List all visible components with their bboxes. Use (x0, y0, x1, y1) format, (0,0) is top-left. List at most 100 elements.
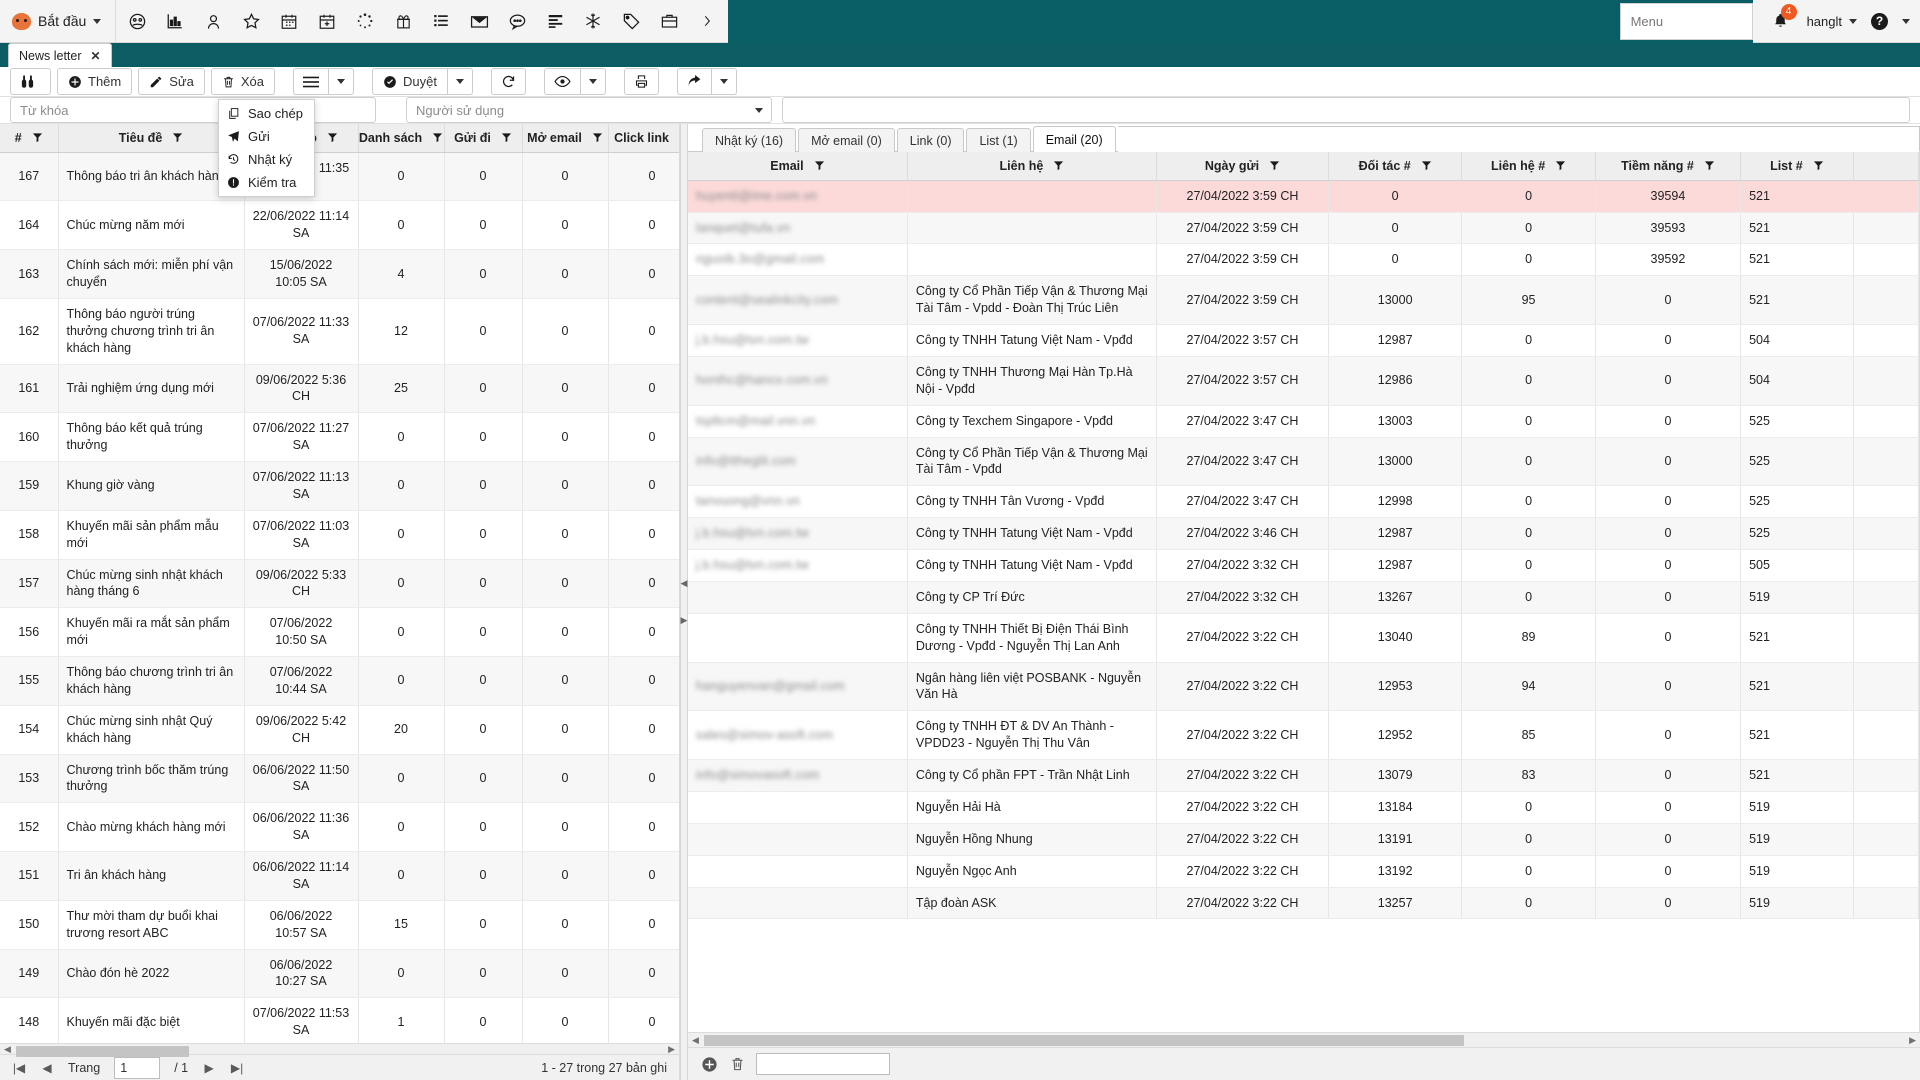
edit-button[interactable]: Sửa (138, 68, 205, 96)
context-menu-item-history[interactable]: Nhật ký (219, 148, 314, 171)
table-row[interactable]: Nguyễn Hải Hà 27/04/2022 3:22 CH 13184 0 0 51… (688, 791, 1919, 824)
help-menu-chevron-down-icon[interactable] (1902, 18, 1910, 24)
splitter-collapse-left-icon[interactable]: ◀ (681, 578, 688, 589)
email-column-header-1[interactable]: Liên hệ (907, 152, 1157, 181)
detail-tab-0[interactable]: Nhật ký (16) (702, 128, 797, 153)
filter-funnel-icon[interactable] (32, 132, 43, 143)
email-column-header-7[interactable] (1853, 152, 1919, 181)
scroll-right-icon[interactable]: ▶ (1909, 1035, 1916, 1046)
filter-funnel-icon[interactable] (592, 132, 603, 143)
email-column-header-6[interactable]: List # (1740, 152, 1854, 181)
email-column-header-4[interactable]: Liên hệ # (1461, 152, 1596, 181)
table-row[interactable]: sales@simov-asoft.com Công ty TNHH ĐT & D… (688, 710, 1919, 761)
delete-button[interactable]: Xóa (210, 68, 275, 96)
table-row[interactable]: 167Thông báo tri ân khách hàng22/06/2022… (0, 152, 679, 202)
loading-spinner-icon[interactable] (346, 0, 384, 43)
detail-tab-3[interactable]: List (1) (966, 128, 1031, 153)
notification-bell-icon[interactable]: 4 (1767, 4, 1797, 34)
preview-chevron-down-icon[interactable] (579, 68, 606, 96)
table-row[interactable]: huyentt@ime.com.vn 27/04/2022 3:59 CH 0 0 39… (688, 180, 1919, 213)
table-row[interactable]: 157 Chúc mừng sinh nhật khách hàng tháng … (0, 559, 679, 609)
first-page-icon[interactable]: |◀ (12, 1061, 26, 1075)
prev-page-icon[interactable]: ◀ (40, 1061, 54, 1075)
keyword-search-input[interactable]: Từ khóa (10, 97, 376, 124)
table-row[interactable]: tanvuong@vnn.vn Công ty TNHH Tân Vương - … (688, 485, 1919, 519)
detail-footer-input[interactable] (756, 1053, 890, 1075)
email-hscroll-thumb[interactable] (704, 1035, 1464, 1046)
user-icon[interactable] (194, 0, 232, 43)
detail-tab-4[interactable]: Email (20) (1032, 126, 1116, 153)
chart-bar-icon[interactable] (156, 0, 194, 43)
table-row[interactable]: 161 Trải nghiệm ứng dụng mới 09/06/2022 5:… (0, 364, 679, 414)
table-row[interactable]: j.b.hsu@tvn.com.tw Công ty TNHH Tatung Vi… (688, 517, 1919, 551)
user-name-label[interactable]: hanglt (1807, 14, 1842, 29)
table-row[interactable]: content@sealinkcity.com Công ty Cổ Phần T… (688, 275, 1919, 326)
envelope-icon[interactable] (460, 0, 498, 43)
table-row[interactable]: 155 Thông báo chương trình tri ân khách h… (0, 656, 679, 706)
table-row[interactable]: j.b.hsu@tvn.com.tw Công ty TNHH Tatung Vi… (688, 549, 1919, 582)
print-button[interactable] (623, 68, 659, 96)
filter-funnel-icon[interactable] (1555, 160, 1566, 171)
scroll-left-icon[interactable]: ◀ (692, 1035, 699, 1046)
table-row[interactable]: 151 Tri ân khách hàng 06/06/2022 11:14 SA 0… (0, 851, 679, 901)
more-icon[interactable] (688, 0, 726, 43)
table-row[interactable]: Công ty TNHH Thiết Bị Điện Thái Bình Dươ… (688, 613, 1919, 663)
newsletter-column-header-5[interactable]: Mở email (522, 124, 609, 153)
table-row[interactable]: Nguyễn Ngọc Anh 27/04/2022 3:22 CH 13192 0 0… (688, 855, 1919, 888)
preview-button[interactable] (543, 68, 580, 96)
filter-funnel-icon[interactable] (1704, 160, 1715, 171)
briefcase-icon[interactable] (650, 0, 688, 43)
share-chevron-down-icon[interactable] (710, 68, 737, 96)
table-row[interactable]: 150 Thư mời tham dự buổi khai trương reso… (0, 900, 679, 950)
hamburger-menu-chevron-down-icon[interactable] (327, 68, 354, 96)
table-row[interactable]: info@simovasoft.com Công ty Cổ phần FPT -… (688, 759, 1919, 792)
newsletter-column-header-4[interactable]: Gửi đi (444, 124, 523, 153)
table-row[interactable]: 153 Chương trình bốc thăm trúng thưởng 06/… (0, 754, 679, 804)
table-row[interactable]: 154 Chúc mừng sinh nhật Quý khách hàng 09/… (0, 705, 679, 755)
table-row[interactable]: 164 Chúc mừng năm mới 22/06/2022 11:14 SA 0… (0, 200, 679, 251)
table-row[interactable]: hanguyenvan@gmail.com Ngân hàng liên việt… (688, 662, 1919, 712)
pager-page-input[interactable]: 1 (114, 1056, 161, 1079)
chat-icon[interactable] (498, 0, 536, 43)
scroll-right-icon[interactable]: ▶ (668, 1044, 675, 1055)
table-row[interactable]: 156 Khuyến mãi ra mắt sản phẩm mới 07/06/2… (0, 607, 679, 658)
refresh-button[interactable] (490, 68, 526, 96)
approve-chevron-down-icon[interactable] (446, 68, 473, 96)
table-row[interactable]: tspltcm@mail.vnn.vn Công ty Texchem Singa… (688, 405, 1919, 438)
splitter-collapse-right-icon[interactable]: ▶ (681, 615, 688, 626)
calendar-icon[interactable] (270, 0, 308, 43)
detail-tab-1[interactable]: Mở email (0) (798, 128, 895, 153)
filter-funnel-icon[interactable] (1053, 160, 1064, 171)
calendar-add-icon[interactable] (308, 0, 346, 43)
table-row[interactable]: Công ty CP Trí Đức 27/04/2022 3:32 CH 1326… (688, 581, 1919, 614)
detail-tab-2[interactable]: Link (0) (896, 128, 965, 153)
email-column-header-0[interactable]: Email (688, 152, 908, 181)
table-row[interactable]: 160 Thông báo kết quả trúng thưởng 07/06/2… (0, 412, 679, 463)
add-button[interactable]: Thêm (57, 68, 133, 96)
next-page-icon[interactable]: ▶ (202, 1061, 216, 1075)
context-menu-item-copy[interactable]: Sao chép (219, 102, 314, 125)
filter-funnel-icon[interactable] (172, 132, 183, 143)
start-menu-button[interactable]: Bắt đầu (0, 0, 117, 43)
find-button[interactable] (10, 68, 51, 96)
table-row[interactable]: 159 Khung giờ vàng 07/06/2022 11:13 SA 0 0 0 0 (0, 461, 679, 511)
table-row[interactable]: 162 Thông báo người trúng thưởng chương t… (0, 298, 679, 365)
filter-funnel-icon[interactable] (327, 132, 338, 143)
filter-funnel-icon[interactable] (814, 160, 825, 171)
extra-filter-input[interactable] (782, 97, 1910, 124)
close-icon[interactable]: ✕ (91, 49, 101, 63)
add-circle-icon[interactable] (700, 1055, 719, 1074)
table-row[interactable]: 163 Chính sách mới: miễn phí vận chuyển 15… (0, 249, 679, 299)
task-list-icon[interactable] (536, 0, 574, 43)
table-row[interactable]: nguoib.3o@gmail.com 27/04/2022 3:59 CH 0 0 3… (688, 243, 1919, 277)
share-button[interactable] (676, 68, 711, 96)
filter-funnel-icon[interactable] (1813, 160, 1824, 171)
newsletter-column-header-1[interactable]: Tiêu đề (58, 124, 245, 153)
star-icon[interactable] (232, 0, 270, 43)
trash-icon[interactable] (728, 1055, 747, 1074)
table-row[interactable]: Nguyễn Hồng Nhung 27/04/2022 3:22 CH 13191… (688, 823, 1919, 856)
filter-funnel-icon[interactable] (1269, 160, 1280, 171)
menu-search-input[interactable]: Menu (1619, 3, 1753, 40)
snowflake-icon[interactable] (574, 0, 612, 43)
table-row[interactable]: Tập đoàn ASK 27/04/2022 3:22 CH 13257 0 0 519 (688, 887, 1919, 920)
